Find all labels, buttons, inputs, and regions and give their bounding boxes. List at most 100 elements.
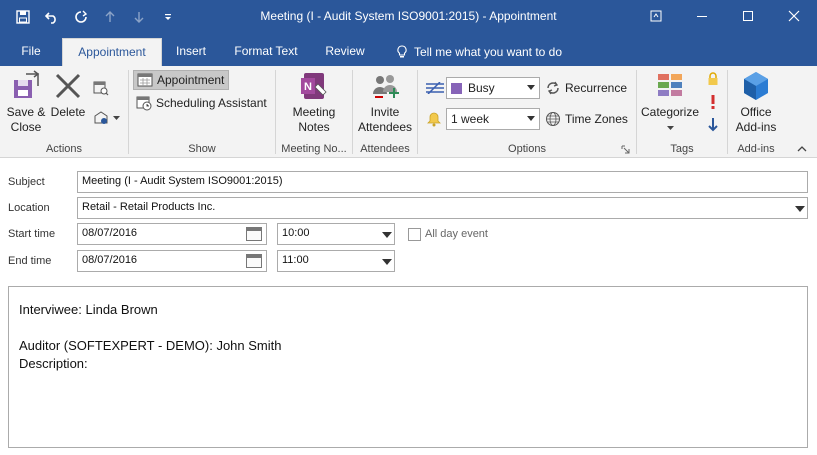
meeting-notes-label-2: Notes: [298, 120, 330, 134]
group-label-meeting-notes: Meeting No...: [281, 143, 347, 155]
subject-input[interactable]: Meeting (I - Audit System ISO9001:2015): [77, 171, 808, 193]
group-attendees: Invite Attendees Attendees: [353, 66, 417, 158]
tab-appointment[interactable]: Appointment: [62, 38, 162, 66]
chevron-down-icon: [527, 116, 535, 121]
tab-format-text[interactable]: Format Text: [224, 38, 308, 66]
save-close-icon: [10, 70, 42, 102]
delete-label: Delete: [50, 105, 86, 119]
group-meeting-notes: N Meeting Notes Meeting No...: [276, 66, 352, 158]
office-add-ins-label-1: Office: [740, 105, 772, 119]
appointment-body-editor[interactable]: Interviwee: Linda Brown Auditor (SOFTEXP…: [8, 286, 808, 448]
invite-attendees-button[interactable]: Invite Attendees: [355, 70, 415, 135]
group-label-show: Show: [188, 143, 216, 155]
tab-review[interactable]: Review: [316, 38, 374, 66]
end-date-calendar-icon[interactable]: [246, 254, 262, 268]
save-close-button[interactable]: Save & Close: [4, 70, 48, 135]
high-importance-icon[interactable]: [709, 95, 717, 109]
onenote-icon: N: [298, 70, 330, 102]
end-time-label: End time: [8, 255, 52, 267]
busy-swatch: [451, 82, 462, 94]
save-icon[interactable]: [8, 6, 37, 28]
appointment-form: Subject Meeting (I - Audit System ISO900…: [0, 159, 817, 455]
group-add-ins: Office Add-ins Add-ins: [728, 66, 817, 158]
redo-icon[interactable]: [66, 6, 95, 28]
all-day-label: All day event: [425, 228, 488, 240]
end-time-input[interactable]: 11:00: [277, 250, 395, 272]
group-label-actions: Actions: [45, 143, 83, 155]
body-line: Auditor (SOFTEXPERT - DEMO): John Smith: [19, 338, 282, 353]
appointment-icon: [137, 73, 153, 87]
title-bar: Meeting (I - Audit System ISO9001:2015) …: [0, 0, 817, 34]
private-lock-icon[interactable]: [707, 72, 719, 86]
categorize-button[interactable]: Categorize: [639, 70, 701, 135]
dialog-launcher-icon[interactable]: [621, 145, 630, 154]
forward-button[interactable]: [90, 108, 123, 128]
undo-icon[interactable]: [37, 6, 66, 28]
ribbon-display-options-icon[interactable]: [633, 0, 679, 32]
group-tags: Categorize Tags: [637, 66, 727, 158]
group-label-add-ins: Add-ins: [737, 143, 775, 155]
delete-x-icon: [52, 70, 84, 102]
low-importance-icon[interactable]: [707, 118, 719, 132]
reminder-dropdown[interactable]: 1 week: [446, 108, 540, 130]
minimize-icon[interactable]: [679, 0, 725, 32]
group-label-options: Options: [508, 143, 546, 155]
quick-access-toolbar: [8, 6, 182, 28]
group-actions: Save & Close Delete Actions: [0, 66, 128, 158]
categorize-label: Categorize: [640, 105, 700, 119]
meeting-notes-button[interactable]: N Meeting Notes: [284, 70, 344, 135]
globe-icon: [546, 112, 560, 126]
scheduling-assistant-button[interactable]: Scheduling Assistant: [133, 93, 270, 113]
tell-me-label: Tell me what you want to do: [413, 45, 563, 59]
invite-attendees-icon: [369, 70, 401, 102]
reminder-bell-icon: [427, 112, 441, 127]
recurrence-label: Recurrence: [565, 81, 628, 95]
end-date-input[interactable]: 08/07/2016: [77, 250, 267, 272]
body-line: Interviwee: Linda Brown: [19, 302, 158, 317]
scheduling-assistant-label: Scheduling Assistant: [156, 96, 267, 110]
show-as-value: Busy: [468, 81, 495, 95]
time-zones-button[interactable]: Time Zones: [542, 109, 631, 129]
start-date-calendar-icon[interactable]: [246, 227, 262, 241]
body-line: [19, 319, 797, 337]
collapse-ribbon-icon[interactable]: [797, 144, 807, 154]
up-arrow-icon[interactable]: [95, 6, 124, 28]
appointment-view-label: Appointment: [157, 73, 225, 87]
all-day-checkbox[interactable]: [408, 228, 421, 241]
office-add-ins-label-2: Add-ins: [735, 120, 777, 134]
invite-attendees-label-2: Attendees: [357, 120, 413, 134]
maximize-icon[interactable]: [725, 0, 771, 32]
group-label-tags: Tags: [670, 143, 694, 155]
group-label-attendees: Attendees: [360, 143, 410, 155]
svg-text:N: N: [304, 81, 312, 93]
body-line: Description:: [19, 356, 88, 371]
calendar-search-icon: [93, 81, 109, 96]
office-add-ins-button[interactable]: Office Add-ins: [728, 70, 784, 135]
delete-button[interactable]: Delete: [50, 70, 86, 120]
office-add-ins-icon: [740, 70, 772, 102]
recurrence-icon: [547, 81, 559, 95]
calendar-preview-button[interactable]: [90, 78, 112, 98]
location-input[interactable]: Retail - Retail Products Inc.: [77, 197, 808, 219]
scheduling-assistant-icon: [136, 96, 152, 111]
group-show: Appointment Scheduling Assistant Show: [129, 66, 275, 158]
recurrence-button[interactable]: Recurrence: [542, 78, 630, 98]
start-time-input[interactable]: 10:00: [277, 223, 395, 245]
save-close-label-2: Close: [10, 120, 42, 134]
chevron-down-icon: [113, 115, 120, 120]
lightbulb-icon: [397, 45, 407, 58]
close-icon[interactable]: [771, 0, 817, 32]
meeting-notes-label-1: Meeting: [292, 105, 336, 119]
appointment-view-button[interactable]: Appointment: [133, 70, 229, 90]
tab-insert[interactable]: Insert: [166, 38, 216, 66]
start-date-input[interactable]: 08/07/2016: [77, 223, 267, 245]
end-time-dropdown-icon[interactable]: [382, 259, 392, 265]
customize-qat-icon[interactable]: [153, 6, 182, 28]
tab-file[interactable]: File: [12, 38, 50, 66]
tell-me-search[interactable]: Tell me what you want to do: [386, 38, 572, 66]
location-dropdown-icon[interactable]: [795, 206, 805, 212]
time-zones-label: Time Zones: [565, 112, 628, 126]
show-as-dropdown[interactable]: Busy: [446, 77, 540, 99]
down-arrow-icon[interactable]: [124, 6, 153, 28]
start-time-dropdown-icon[interactable]: [382, 232, 392, 238]
